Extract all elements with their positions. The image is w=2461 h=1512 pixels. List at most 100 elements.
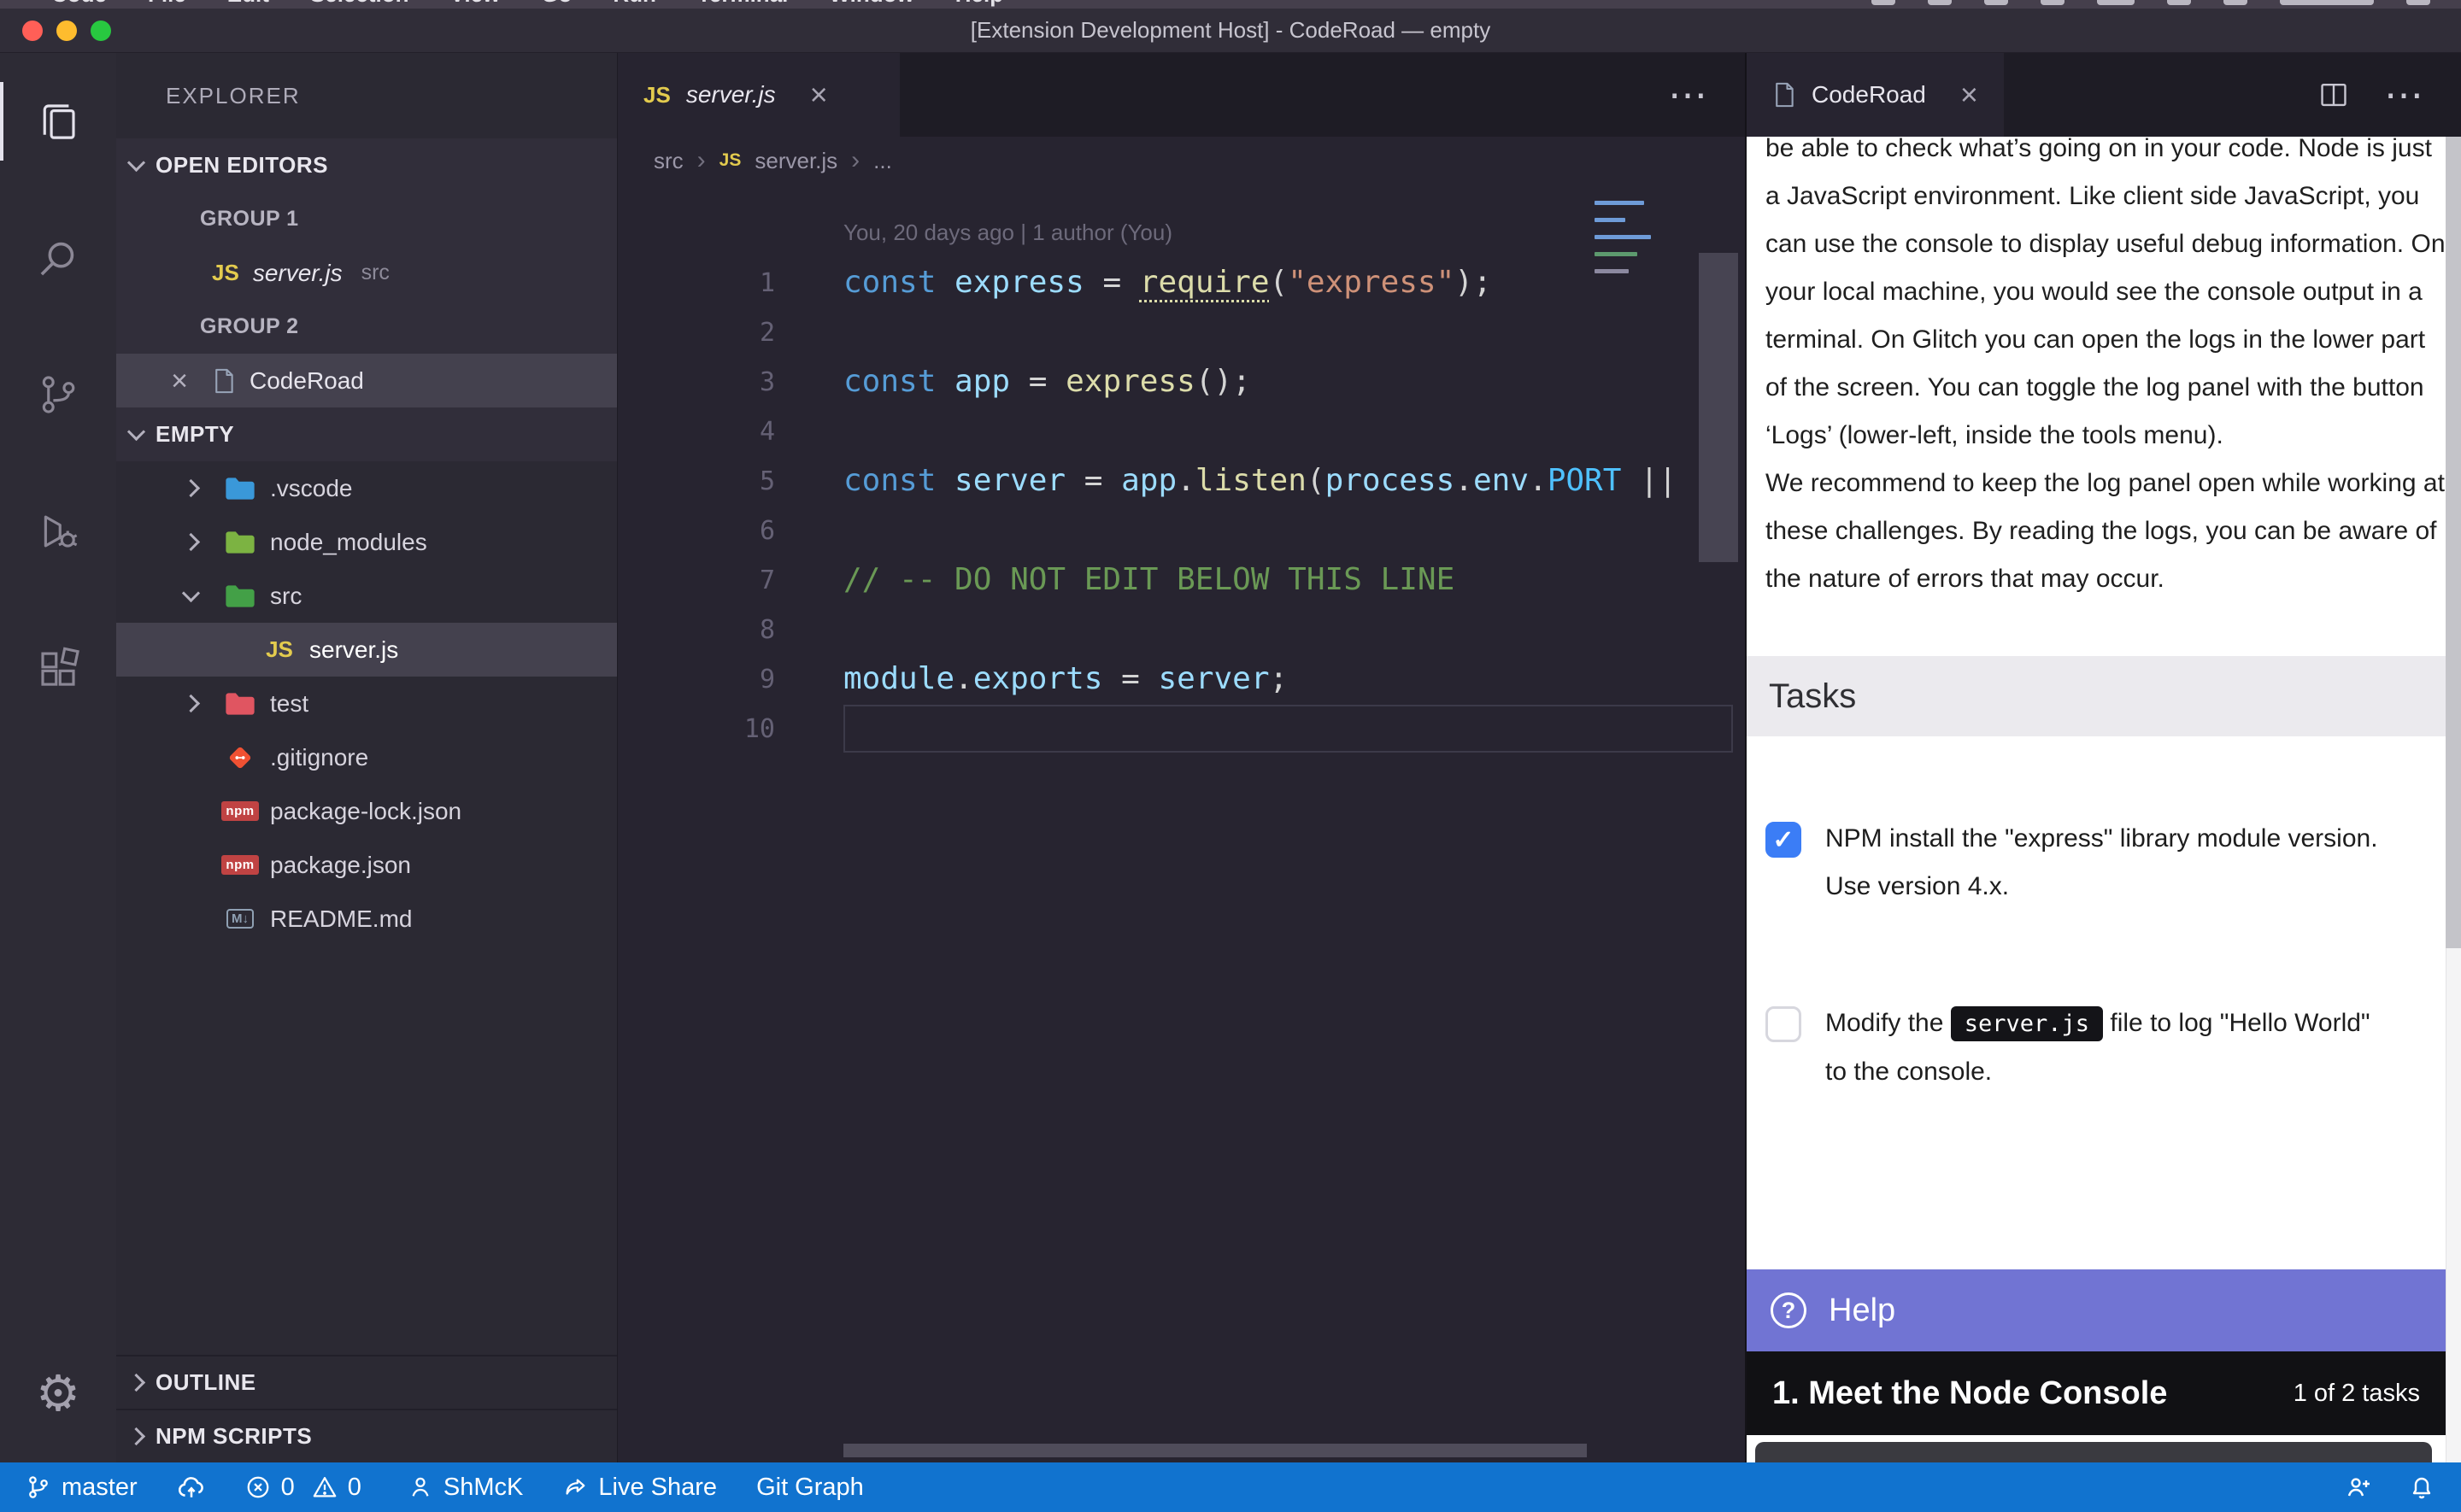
menu-edit[interactable]: Edit xyxy=(227,0,269,8)
publish-sync-status[interactable] xyxy=(177,1473,206,1502)
open-editor-serverjs[interactable]: JS server.js src xyxy=(116,246,617,300)
branch-icon xyxy=(26,1474,51,1500)
menu-view[interactable]: View xyxy=(450,0,501,8)
workspace-section-header[interactable]: EMPTY xyxy=(116,407,617,461)
activitybar-extensions[interactable] xyxy=(0,600,116,736)
code-editor[interactable]: You, 20 days ago | 1 author (You) 1const… xyxy=(618,185,1745,1462)
chevron-down-icon xyxy=(181,584,199,602)
tree-item-gitignore[interactable]: .gitignore xyxy=(116,730,617,784)
split-editor-icon[interactable] xyxy=(2317,79,2350,111)
code-line[interactable]: 3const app = express(); xyxy=(618,357,1745,407)
code-line[interactable]: 9module.exports = server; xyxy=(618,654,1745,704)
tree-item-node-modules[interactable]: node_modules xyxy=(116,515,617,569)
activitybar-run-debug[interactable] xyxy=(0,463,116,600)
menu-window[interactable]: Window xyxy=(829,0,913,8)
scrollbar-thumb[interactable] xyxy=(2446,137,2461,948)
tree-item-readme[interactable]: M↓ README.md xyxy=(116,892,617,946)
git-graph-status[interactable]: Git Graph xyxy=(756,1474,864,1502)
breadcrumb-file[interactable]: server.js xyxy=(755,148,837,174)
lesson-footer[interactable]: 1. Meet the Node Console 1 of 2 tasks xyxy=(1747,1351,2446,1435)
editor-horizontal-scrollbar[interactable] xyxy=(843,1444,1587,1457)
outline-section-header[interactable]: OUTLINE xyxy=(116,1355,617,1409)
live-share-contacts-button[interactable] xyxy=(2345,1474,2372,1501)
close-window-button[interactable] xyxy=(22,21,43,41)
tab-coderoad[interactable]: CodeRoad × xyxy=(1747,53,2004,137)
folder-icon xyxy=(222,475,258,502)
task-text: NPM install the "express" library module… xyxy=(1825,815,2389,911)
breadcrumb-folder[interactable]: src xyxy=(654,148,684,174)
code-line[interactable]: 2 xyxy=(618,308,1745,357)
close-tab-icon[interactable]: × xyxy=(810,79,828,110)
code-line[interactable]: 6 xyxy=(618,506,1745,555)
fullscreen-window-button[interactable] xyxy=(91,21,111,41)
activity-bar: ⚙ xyxy=(0,53,116,1462)
menu-go[interactable]: Go xyxy=(541,0,572,8)
statusbar-right xyxy=(2345,1474,2435,1501)
task-item: Modify the server.js file to log "Hello … xyxy=(1765,999,2446,1096)
notifications-button[interactable] xyxy=(2408,1474,2435,1501)
code-line[interactable]: 10 xyxy=(618,704,1745,753)
task-checkbox-checked[interactable] xyxy=(1765,822,1801,858)
code-line[interactable]: 5const server = app.listen(process.env.P… xyxy=(618,456,1745,506)
tree-item-package-json[interactable]: npm package.json xyxy=(116,838,617,892)
vscode-window: Code File Edit Selection View Go Run Ter… xyxy=(0,0,2461,1512)
minimize-window-button[interactable] xyxy=(56,21,77,41)
menu-selection[interactable]: Selection xyxy=(310,0,409,8)
problems-status[interactable]: 0 0 xyxy=(245,1474,368,1502)
window-titlebar[interactable]: [Extension Development Host] - CodeRoad … xyxy=(0,9,2461,53)
run-debug-icon xyxy=(35,508,81,554)
line-number: 4 xyxy=(618,417,775,447)
webview-scrollbar[interactable] xyxy=(2446,137,2461,1462)
lesson-paragraph: We recommend to keep the log panel open … xyxy=(1765,460,2446,603)
npm-scripts-section-header[interactable]: NPM SCRIPTS xyxy=(116,1409,617,1462)
tree-item-serverjs[interactable]: JS server.js xyxy=(116,623,617,677)
line-number: 3 xyxy=(618,367,775,397)
js-file-icon: JS xyxy=(261,636,297,663)
menu-terminal[interactable]: Terminal xyxy=(697,0,788,8)
warning-icon xyxy=(312,1474,338,1500)
activitybar-search[interactable] xyxy=(0,190,116,326)
code-line[interactable]: 8 xyxy=(618,605,1745,654)
menu-help[interactable]: Help xyxy=(955,0,1003,8)
git-branch-status[interactable]: master xyxy=(26,1474,138,1502)
help-question-icon: ? xyxy=(1771,1292,1806,1328)
live-share-status[interactable]: Live Share xyxy=(562,1474,717,1502)
tree-item-src[interactable]: src xyxy=(116,569,617,623)
open-editors-header[interactable]: OPEN EDITORS xyxy=(116,138,617,192)
tab-serverjs[interactable]: JS server.js × xyxy=(618,53,900,137)
activitybar-explorer[interactable] xyxy=(0,53,116,190)
menu-run[interactable]: Run xyxy=(613,0,656,8)
window-title: [Extension Development Host] - CodeRoad … xyxy=(971,17,1490,44)
task-checkbox-unchecked[interactable] xyxy=(1765,1006,1801,1042)
menu-file[interactable]: File xyxy=(148,0,186,8)
tree-item-vscode[interactable]: .vscode xyxy=(116,461,617,515)
tree-item-test[interactable]: test xyxy=(116,677,617,730)
code-line[interactable]: 7// -- DO NOT EDIT BELOW THIS LINE xyxy=(618,555,1745,605)
breadcrumb-more[interactable]: ... xyxy=(873,148,892,174)
settings-gear-button[interactable]: ⚙ xyxy=(0,1326,116,1462)
help-bar[interactable]: ? Help xyxy=(1747,1269,2446,1351)
close-tab-icon[interactable]: × xyxy=(1960,79,1978,110)
coderoad-user-status[interactable]: ShMcK xyxy=(408,1474,523,1502)
js-file-icon: JS xyxy=(212,260,239,286)
activitybar-source-control[interactable] xyxy=(0,326,116,463)
sidebar-spacer xyxy=(116,946,617,1355)
minimap[interactable] xyxy=(1595,191,1670,278)
chevron-right-icon xyxy=(181,479,199,497)
panel-more-actions-icon[interactable]: ⋯ xyxy=(2384,85,2423,105)
editor-group-1-header[interactable]: GROUP 1 xyxy=(116,192,617,246)
editor-more-actions-icon[interactable]: ⋯ xyxy=(1668,85,1707,105)
editor-group-2-header[interactable]: GROUP 2 xyxy=(116,300,617,354)
chevron-right-icon xyxy=(126,1427,144,1445)
open-editor-coderoad[interactable]: × CodeRoad xyxy=(116,354,617,407)
tree-item-package-lock[interactable]: npm package-lock.json xyxy=(116,784,617,838)
editor-vertical-scrollbar[interactable] xyxy=(1699,253,1738,562)
chevron-separator-icon: › xyxy=(851,146,860,175)
breadcrumb: src › JS server.js › ... xyxy=(618,137,1745,185)
menu-code[interactable]: Code xyxy=(51,0,107,8)
workbench: ⚙ EXPLORER OPEN EDITORS GROUP 1 JS serve… xyxy=(0,53,2461,1462)
code-line[interactable]: 1const express = require("express"); xyxy=(618,258,1745,308)
code-text: // -- DO NOT EDIT BELOW THIS LINE xyxy=(843,555,1454,605)
close-editor-icon[interactable]: × xyxy=(171,366,188,396)
code-line[interactable]: 4 xyxy=(618,407,1745,456)
